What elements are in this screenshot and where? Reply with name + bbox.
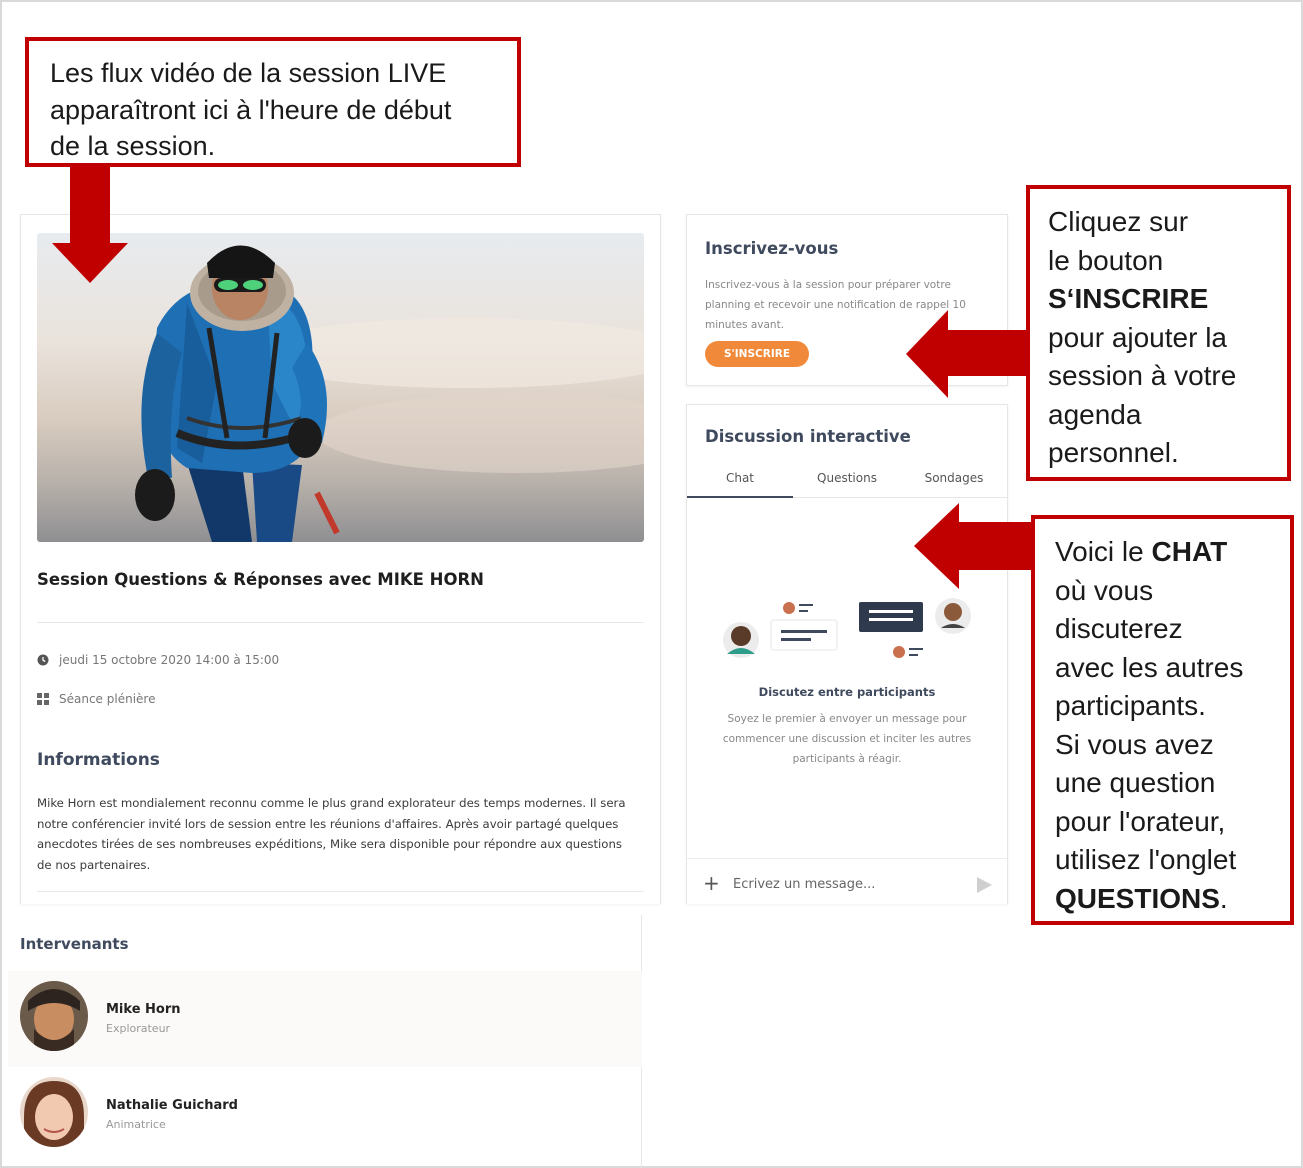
- speaker-role: Animatrice: [106, 1118, 166, 1131]
- tab-polls[interactable]: Sondages: [901, 471, 1007, 485]
- callout-bold: CHAT: [1151, 536, 1228, 567]
- callout-text: où vous: [1055, 574, 1154, 606]
- callout-text: personnel.: [1048, 437, 1179, 468]
- session-datetime: jeudi 15 octobre 2020 14:00 à 15:00: [37, 653, 279, 667]
- session-title: Session Questions & Réponses avec MIKE H…: [37, 570, 484, 589]
- callout-video: Les flux vidéo de la session LIVE appara…: [25, 37, 521, 167]
- callout-text: pour l'orateur,: [1055, 805, 1226, 837]
- register-button[interactable]: S'INSCRIRE: [705, 341, 809, 367]
- info-text: Mike Horn est mondialement reconnu comme…: [37, 796, 626, 872]
- divider: [37, 622, 644, 623]
- tab-questions[interactable]: Questions: [794, 471, 900, 485]
- callout-text: utilisez l'onglet: [1055, 844, 1237, 875]
- callout-prefix: Voici le: [1055, 536, 1152, 567]
- avatar: [20, 981, 88, 1051]
- speaker-role: Explorateur: [106, 1022, 171, 1035]
- message-input[interactable]: [733, 873, 963, 895]
- callout-text: une question: [1055, 767, 1216, 798]
- session-type-text: Séance plénière: [59, 692, 156, 706]
- chat-illustration: [719, 590, 975, 665]
- callout-register: Cliquez sur le bouton S‘INSCRIRE pour aj…: [1026, 185, 1291, 481]
- grid-icon: [37, 693, 49, 705]
- chat-empty-text: Soyez le premier à envoyer un message po…: [722, 713, 972, 765]
- callout-bold: QUESTIONS: [1055, 882, 1220, 914]
- callout-suffix: .: [1219, 882, 1228, 914]
- callout-text: Les flux vidéo de la session LIVE: [50, 58, 447, 88]
- speakers-section: Intervenants Mike Horn Explorateur Natha…: [8, 915, 642, 1168]
- callout-text: participants.: [1055, 690, 1206, 721]
- arrow-down-shaft: [70, 167, 110, 243]
- chat-composer: +: [687, 858, 1007, 905]
- plus-icon[interactable]: +: [703, 873, 720, 893]
- callout-bold: S‘INSCRIRE: [1048, 283, 1209, 314]
- callout-text: avec les autres: [1055, 651, 1244, 683]
- avatar: [20, 1077, 88, 1147]
- session-video-hero[interactable]: [37, 233, 644, 542]
- session-type: Séance plénière: [37, 692, 155, 706]
- chat-card: Discussion interactive Chat Questions So…: [686, 404, 1008, 904]
- register-title: Inscrivez-vous: [705, 239, 839, 258]
- tab-chat[interactable]: Chat: [687, 471, 793, 498]
- callout-text: session à votre: [1048, 360, 1237, 391]
- callout-text: QUESTIONS.: [1055, 880, 1290, 919]
- arrow-left-head: [914, 503, 959, 589]
- callout-text: Si vous avez: [1055, 728, 1214, 760]
- callout-text: agenda: [1048, 398, 1142, 430]
- register-text: Inscrivez-vous à la session pour prépare…: [705, 279, 966, 331]
- speaker-name: Mike Horn: [106, 1002, 181, 1017]
- callout-text: pour ajouter la: [1048, 321, 1228, 353]
- speaker-row[interactable]: Nathalie Guichard Animatrice: [8, 1067, 642, 1163]
- chat-title: Discussion interactive: [705, 427, 911, 446]
- callout-text: de la session.: [50, 131, 216, 161]
- explorer-photo: [135, 245, 644, 542]
- callout-text: Voici le CHAT: [1055, 533, 1290, 572]
- callout-text: S‘INSCRIRE: [1048, 280, 1287, 319]
- speakers-heading: Intervenants: [20, 935, 129, 953]
- session-card: Session Questions & Réponses avec MIKE H…: [20, 214, 661, 904]
- callout-text: discuterez: [1055, 613, 1183, 644]
- arrow-left-shaft: [958, 522, 1031, 570]
- speaker-name: Nathalie Guichard: [106, 1098, 238, 1113]
- arrow-down-head: [52, 243, 128, 283]
- callout-text: Cliquez sur: [1048, 206, 1189, 237]
- speaker-row[interactable]: Mike Horn Explorateur: [8, 971, 642, 1067]
- divider: [37, 891, 644, 892]
- callout-text: le bouton: [1048, 244, 1164, 276]
- info-heading: Informations: [37, 750, 160, 770]
- chat-tabs: Chat Questions Sondages: [687, 465, 1007, 498]
- callout-text: apparaîtront ici à l'heure de début: [50, 94, 452, 125]
- arrow-left-shaft: [946, 330, 1026, 376]
- callout-chat: Voici le CHAT où vous discuterez avec le…: [1031, 515, 1294, 925]
- clock-icon: [37, 654, 49, 666]
- session-datetime-text: jeudi 15 octobre 2020 14:00 à 15:00: [59, 653, 280, 667]
- send-icon[interactable]: [977, 877, 992, 893]
- chat-empty-title: Discutez entre participants: [758, 685, 936, 699]
- arrow-left-head: [906, 310, 948, 398]
